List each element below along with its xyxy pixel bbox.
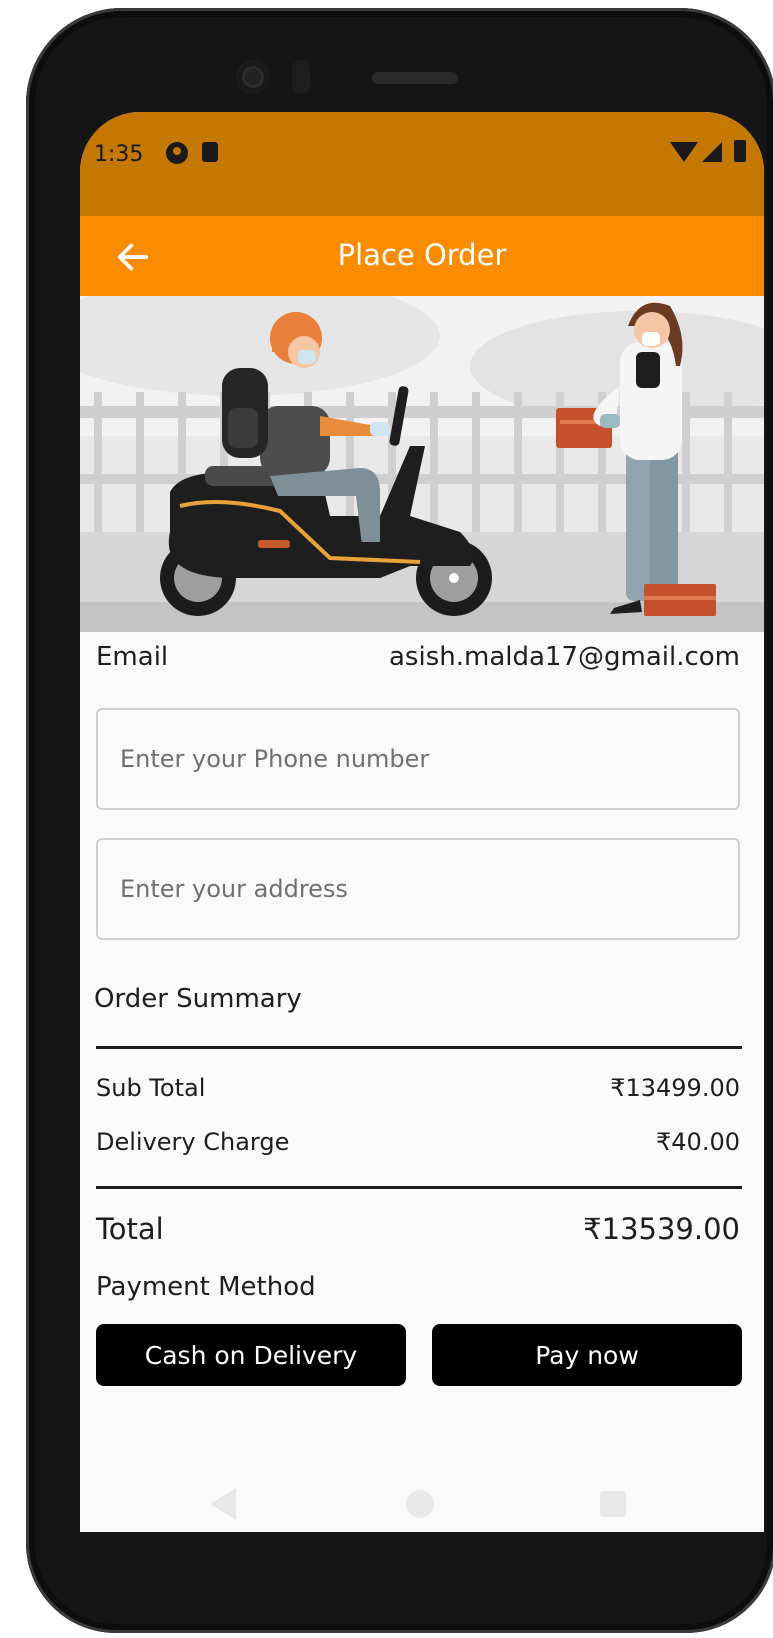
address-input[interactable] (118, 840, 718, 938)
sim-icon (202, 142, 218, 162)
speaker-grille (372, 72, 458, 84)
nav-recents-icon[interactable] (600, 1491, 626, 1517)
nav-back-icon[interactable] (210, 1488, 236, 1520)
app-screen: 1:35 Place Order Email asish.malda17@gma… (80, 112, 764, 1532)
total-row: Total ₹13539.00 (96, 1212, 740, 1246)
delivery-charge-label: Delivery Charge (96, 1128, 290, 1156)
order-summary-title: Order Summary (94, 984, 302, 1014)
status-bar: 1:35 (80, 112, 764, 224)
total-label: Total (96, 1212, 164, 1246)
email-label: Email (96, 642, 169, 672)
email-row: Email asish.malda17@gmail.com (96, 642, 740, 672)
notification-icon (166, 142, 188, 164)
subtotal-row: Sub Total ₹13499.00 (96, 1074, 740, 1102)
cash-on-delivery-button[interactable]: Cash on Delivery (96, 1324, 406, 1386)
phone-field[interactable] (96, 708, 740, 810)
nav-home-icon[interactable] (406, 1490, 434, 1518)
delivery-illustration (80, 296, 764, 632)
email-value: asish.malda17@gmail.com (389, 642, 740, 672)
wifi-icon (670, 142, 698, 162)
app-bar: Place Order (80, 216, 764, 296)
page-title: Place Order (337, 238, 507, 272)
delivery-charge-value: ₹40.00 (656, 1128, 740, 1156)
divider (96, 1046, 742, 1049)
payment-method-label: Payment Method (96, 1272, 316, 1302)
signal-icon (702, 142, 722, 162)
divider (96, 1186, 742, 1189)
camera-icon (236, 60, 270, 94)
address-field[interactable] (96, 838, 740, 940)
status-time: 1:35 (94, 142, 144, 167)
sensor-icon (292, 60, 310, 94)
subtotal-label: Sub Total (96, 1074, 206, 1102)
system-nav-bar (80, 1462, 760, 1548)
delivery-charge-row: Delivery Charge ₹40.00 (96, 1128, 740, 1156)
subtotal-value: ₹13499.00 (610, 1074, 740, 1102)
battery-icon (734, 140, 746, 162)
total-value: ₹13539.00 (583, 1212, 740, 1246)
phone-frame: 1:35 Place Order Email asish.malda17@gma… (26, 8, 773, 1633)
phone-input[interactable] (118, 710, 718, 808)
pay-now-button[interactable]: Pay now (432, 1324, 742, 1386)
